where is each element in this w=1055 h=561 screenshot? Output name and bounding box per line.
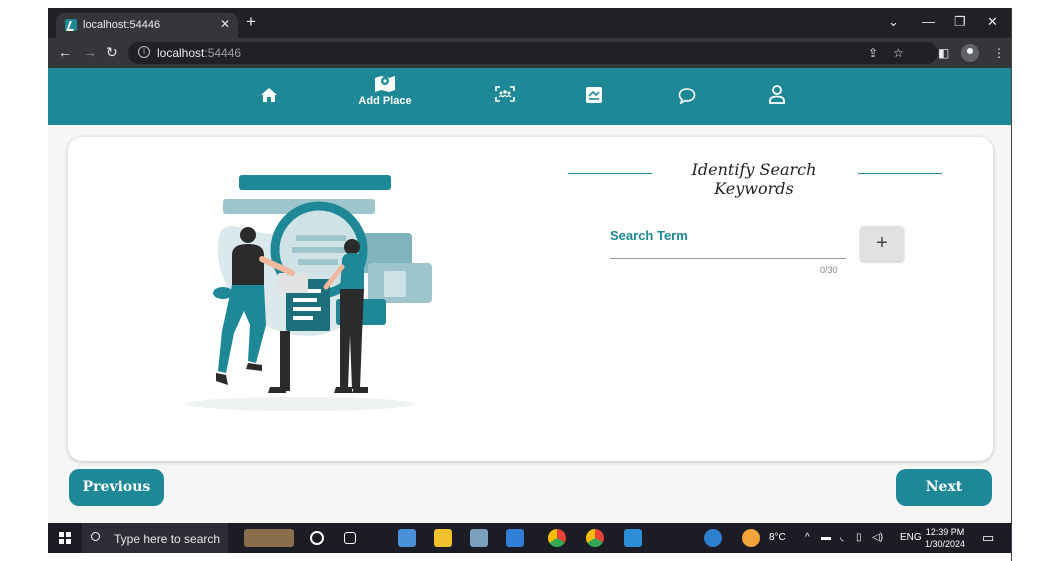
mail-icon[interactable] xyxy=(506,529,524,547)
search-icon xyxy=(91,532,100,541)
profile-avatar-icon[interactable] xyxy=(961,44,979,62)
tab-title: localhost:54446 xyxy=(83,19,161,31)
system-clock[interactable]: 12:39 PM 1/30/2024 xyxy=(925,526,965,550)
taskbar-search-placeholder: Type here to search xyxy=(114,532,221,546)
site-favicon-icon xyxy=(65,19,77,31)
forward-icon[interactable]: → xyxy=(83,45,97,59)
character-counter: 0/30 xyxy=(820,265,838,275)
tab-search-chevron-icon[interactable]: ⌄ xyxy=(888,14,899,30)
task-view-icon[interactable] xyxy=(344,532,356,544)
app-icon-3[interactable] xyxy=(470,529,488,547)
map-pin-icon xyxy=(375,76,395,92)
form-heading: Identify Search Keywords xyxy=(691,160,817,198)
tab-close-icon[interactable]: ✕ xyxy=(220,17,230,31)
back-icon[interactable]: ← xyxy=(58,45,72,59)
group-scan-icon xyxy=(495,86,515,102)
site-info-icon[interactable]: i xyxy=(138,46,150,58)
search-highlight-image-icon[interactable] xyxy=(244,529,294,547)
side-panel-icon[interactable]: ◧ xyxy=(938,46,949,60)
nav-add-place-label: Add Place xyxy=(358,95,412,107)
minimize-icon[interactable]: — xyxy=(922,14,935,29)
notifications-icon[interactable]: ▭ xyxy=(982,530,994,546)
chrome-icon[interactable] xyxy=(548,529,566,547)
cortana-icon[interactable] xyxy=(310,531,324,545)
app-icon-1[interactable] xyxy=(398,529,416,547)
tray-chevron-icon[interactable]: ^ xyxy=(805,532,810,543)
battery-icon[interactable]: ▬ xyxy=(821,532,831,543)
nav-photos[interactable] xyxy=(582,86,606,110)
chrome-icon-2[interactable] xyxy=(586,529,604,547)
app-nav-bar: Add Place xyxy=(48,68,1011,125)
meet-now-icon[interactable]: ▯ xyxy=(856,532,862,543)
url-text: localhost:54446 xyxy=(157,46,242,60)
nav-chat[interactable] xyxy=(675,87,699,111)
help-icon[interactable] xyxy=(704,529,722,547)
share-icon[interactable]: ⇪ xyxy=(868,46,878,60)
window-close-icon[interactable]: ✕ xyxy=(987,14,998,30)
bookmark-star-icon[interactable]: ☆ xyxy=(893,46,904,60)
clock-time: 12:39 PM xyxy=(925,527,965,537)
language-indicator[interactable]: ENG xyxy=(900,532,922,543)
add-keyword-button[interactable]: + xyxy=(860,226,904,261)
address-bar[interactable]: i localhost:54446 xyxy=(128,42,938,64)
previous-button[interactable]: Previous xyxy=(69,469,164,506)
windows-start-icon[interactable] xyxy=(59,532,71,544)
weather-icon[interactable] xyxy=(742,529,760,547)
chat-bubble-icon xyxy=(678,88,696,104)
next-button[interactable]: Next xyxy=(896,469,992,506)
vscode-icon[interactable] xyxy=(624,529,642,547)
search-term-input[interactable] xyxy=(610,241,846,259)
new-tab-icon[interactable]: + xyxy=(246,13,256,31)
screen-edge-line xyxy=(1011,8,1012,561)
volume-icon[interactable]: ◁) xyxy=(872,532,883,543)
image-swap-icon xyxy=(586,87,602,103)
browser-window: localhost:54446 ✕ + ⌄ — ❐ ✕ ← → ↻ i loca… xyxy=(48,8,1011,553)
file-explorer-icon[interactable] xyxy=(434,529,452,547)
nav-add-place[interactable]: Add Place xyxy=(350,74,420,131)
nav-people[interactable] xyxy=(492,86,518,110)
browser-menu-icon[interactable]: ⋮ xyxy=(993,46,1005,60)
taskbar-search[interactable]: Type here to search xyxy=(82,523,228,553)
keyword-card: Identify Search Keywords Search Term 0/3… xyxy=(68,137,993,461)
browser-toolbar: ← → ↻ i localhost:54446 ⇪ ☆ ◧ ⋮ xyxy=(48,38,1011,68)
reload-icon[interactable]: ↻ xyxy=(106,45,118,59)
nav-profile[interactable] xyxy=(765,84,789,110)
home-icon xyxy=(261,88,277,102)
heading-row: Identify Search Keywords xyxy=(568,159,942,198)
tab-strip: localhost:54446 ✕ + ⌄ — ❐ ✕ xyxy=(48,8,1011,38)
heading-rule-left xyxy=(568,173,652,174)
clock-date: 1/30/2024 xyxy=(925,539,966,549)
search-illustration xyxy=(186,175,432,411)
browser-tab[interactable]: localhost:54446 ✕ xyxy=(56,13,238,38)
network-icon[interactable]: ◟ xyxy=(840,532,844,543)
weather-temp[interactable]: 8°C xyxy=(769,532,786,543)
restore-icon[interactable]: ❐ xyxy=(954,14,966,30)
os-taskbar: Type here to search 8°C ^ ▬ ◟ ▯ ◁) ENG 1… xyxy=(48,523,1011,553)
user-icon xyxy=(769,85,785,104)
nav-home[interactable] xyxy=(254,87,284,111)
heading-rule-right xyxy=(858,173,942,174)
